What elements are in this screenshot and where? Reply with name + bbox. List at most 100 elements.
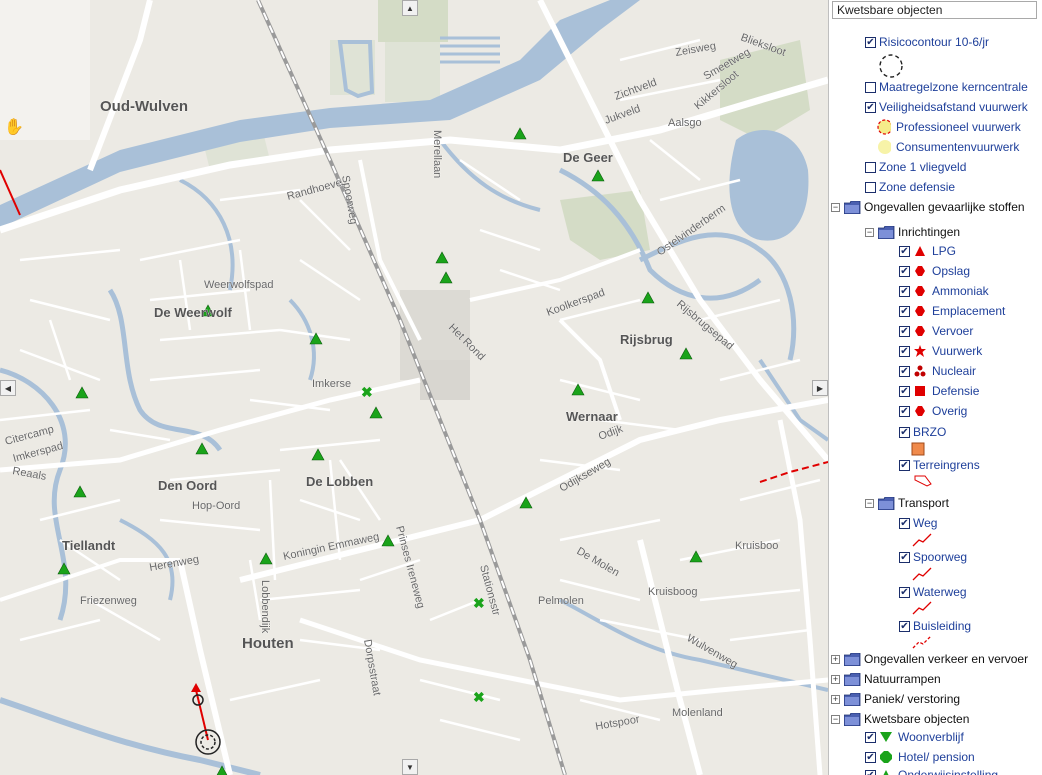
layer-checkbox[interactable]: ✔: [899, 365, 910, 377]
layer-row-transport[interactable]: − Transport: [865, 494, 949, 512]
expand-toggle-icon[interactable]: −: [865, 498, 874, 508]
expand-toggle-icon[interactable]: −: [865, 227, 874, 237]
pan-right-button[interactable]: ▶: [812, 380, 828, 396]
layer-label: Natuurrampen: [864, 672, 941, 686]
layer-row-ongevallen[interactable]: − Ongevallen gevaarlijke stoffen: [831, 198, 1025, 216]
pan-down-button[interactable]: ▼: [402, 759, 418, 775]
expand-toggle-icon[interactable]: −: [831, 714, 840, 724]
street-label-molenland: Molenland: [672, 707, 723, 719]
layer-checkbox[interactable]: [865, 181, 876, 193]
layer-row-nucleair[interactable]: ✔ Nucleair: [899, 362, 976, 380]
layer-row-defensie[interactable]: ✔ Defensie: [899, 382, 979, 400]
onderwijs-marker[interactable]: [679, 347, 693, 360]
layer-label: Paniek/ verstoring: [864, 692, 961, 706]
onderwijs-marker[interactable]: [311, 448, 325, 461]
layer-row-kwetsbaar[interactable]: − Kwetsbare objecten: [831, 710, 969, 728]
zorg-marker[interactable]: ✖: [473, 689, 485, 705]
onderwijs-marker[interactable]: [591, 169, 605, 182]
map-view[interactable]: ✖ ✖ ✖ ✋ Oud-Wulven De Weerwolf De Geer Rijsbr…: [0, 0, 828, 775]
layer-row-vervoer[interactable]: ✔ Vervoer: [899, 322, 973, 340]
expand-toggle-icon[interactable]: +: [831, 654, 840, 664]
layer-checkbox[interactable]: ✔: [865, 36, 876, 48]
risk-contour-marker[interactable]: [195, 729, 221, 755]
layer-checkbox[interactable]: ✔: [899, 385, 910, 397]
street-label-de-molen: De Molen: [575, 545, 622, 579]
folder-icon: [843, 200, 861, 214]
onderwijs-marker[interactable]: [439, 271, 453, 284]
layer-checkbox[interactable]: ✔: [899, 586, 910, 598]
layer-row-vuurwerk[interactable]: ✔ Vuurwerk: [899, 342, 982, 360]
street-label-hotsgool: Hotspoor: [594, 713, 640, 733]
onderwijs-marker[interactable]: [259, 552, 273, 565]
layer-row-paniek[interactable]: + Paniek/ verstoring: [831, 690, 960, 708]
street-label-wulvenweg: Wulvenweg: [685, 632, 740, 671]
layer-row-zonedef[interactable]: Zone defensie: [865, 178, 955, 196]
layer-checkbox[interactable]: ✔: [899, 551, 910, 563]
layer-row-overig[interactable]: ✔ Overig: [899, 402, 967, 420]
onderwijs-marker[interactable]: [73, 485, 87, 498]
layer-row-natuur[interactable]: + Natuurrampen: [831, 670, 941, 688]
layer-label: Weg: [913, 516, 938, 530]
layer-row-spoorweg[interactable]: ✔ Spoorweg: [899, 548, 967, 566]
layer-label: Overig: [932, 404, 968, 418]
onderwijs-marker[interactable]: [195, 442, 209, 455]
layer-row-lpg[interactable]: ✔ LPG: [899, 242, 956, 260]
street-label-zichtveld: Zichtveld: [613, 76, 658, 102]
street-label-odijk: Odijk: [597, 423, 625, 443]
layer-row-woon[interactable]: ✔ Woonverblijf: [865, 728, 964, 746]
folder-icon: [843, 652, 861, 666]
expand-toggle-icon[interactable]: −: [831, 202, 840, 212]
layer-row-ammoniak[interactable]: ✔ Ammoniak: [899, 282, 989, 300]
layer-row-veiligheid[interactable]: ✔ Veiligheidsafstand vuurwerk: [865, 98, 1028, 116]
onderwijs-marker[interactable]: [641, 291, 655, 304]
layer-row-cons[interactable]: Consumentenvuurwerk: [877, 138, 1019, 156]
layer-checkbox[interactable]: ✔: [865, 101, 876, 113]
onderwijs-marker[interactable]: [75, 386, 89, 399]
expand-toggle-icon[interactable]: +: [831, 674, 840, 684]
layer-checkbox[interactable]: ✔: [899, 305, 910, 317]
layer-row-prof[interactable]: Professioneel vuurwerk: [877, 118, 1021, 136]
layer-row-buisleiding[interactable]: ✔ Buisleiding: [899, 617, 971, 635]
onderwijs-marker[interactable]: [369, 406, 383, 419]
layer-checkbox[interactable]: ✔: [899, 426, 910, 438]
layer-checkbox[interactable]: ✔: [899, 459, 910, 471]
layer-checkbox[interactable]: ✔: [899, 325, 910, 337]
layer-checkbox[interactable]: ✔: [899, 285, 910, 297]
lpg-marker[interactable]: [191, 683, 201, 692]
layer-checkbox[interactable]: ✔: [865, 751, 876, 763]
zorg-marker[interactable]: ✖: [473, 595, 485, 611]
layer-checkbox[interactable]: [865, 81, 876, 93]
layer-row-emplacement[interactable]: ✔ Emplacement: [899, 302, 1005, 320]
layer-checkbox[interactable]: ✔: [899, 345, 910, 357]
layer-checkbox[interactable]: ✔: [899, 620, 910, 632]
layer-checkbox[interactable]: ✔: [899, 405, 910, 417]
layer-checkbox[interactable]: ✔: [899, 245, 910, 257]
layer-row-onderwijs[interactable]: ✔ Onderwijsinstelling: [865, 766, 998, 775]
theme-select[interactable]: Kwetsbare objecten: [832, 1, 1037, 19]
layer-checkbox[interactable]: ✔: [865, 769, 876, 775]
layer-row-weg[interactable]: ✔ Weg: [899, 514, 937, 532]
pan-left-button[interactable]: ◀: [0, 380, 16, 396]
onderwijs-marker[interactable]: [57, 562, 71, 575]
onderwijs-marker[interactable]: [435, 251, 449, 264]
layer-label: Ongevallen verkeer en vervoer: [864, 652, 1029, 666]
layer-checkbox[interactable]: [865, 161, 876, 173]
expand-toggle-icon[interactable]: +: [831, 694, 840, 704]
layer-checkbox[interactable]: ✔: [899, 517, 910, 529]
street-label-kruisboog: Kruisboo: [735, 540, 778, 552]
weg-legend-icon: [911, 532, 933, 553]
layer-row-hotel[interactable]: ✔ Hotel/ pension: [865, 748, 975, 766]
layer-checkbox[interactable]: ✔: [865, 731, 876, 743]
layer-row-opslag[interactable]: ✔ Opslag: [899, 262, 970, 280]
layer-row-zone1[interactable]: Zone 1 vliegveld: [865, 158, 966, 176]
pan-up-button[interactable]: ▲: [402, 0, 418, 16]
layer-label: Risicocontour 10-6/jr: [879, 35, 990, 49]
layer-label: Onderwijsinstelling: [898, 768, 999, 775]
zorg-marker[interactable]: ✖: [361, 384, 373, 400]
layer-checkbox[interactable]: ✔: [899, 265, 910, 277]
map-canvas[interactable]: ✖ ✖ ✖ ✋ Oud-Wulven De Weerwolf De Geer Rijsbr…: [0, 0, 828, 775]
layer-row-risico[interactable]: ✔ Risicocontour 10-6/jr: [865, 33, 989, 51]
onderwijs-marker[interactable]: [513, 127, 527, 140]
layer-row-inrichtingen[interactable]: − Inrichtingen: [865, 223, 960, 241]
layer-row-brzo[interactable]: ✔ BRZO: [899, 423, 946, 441]
